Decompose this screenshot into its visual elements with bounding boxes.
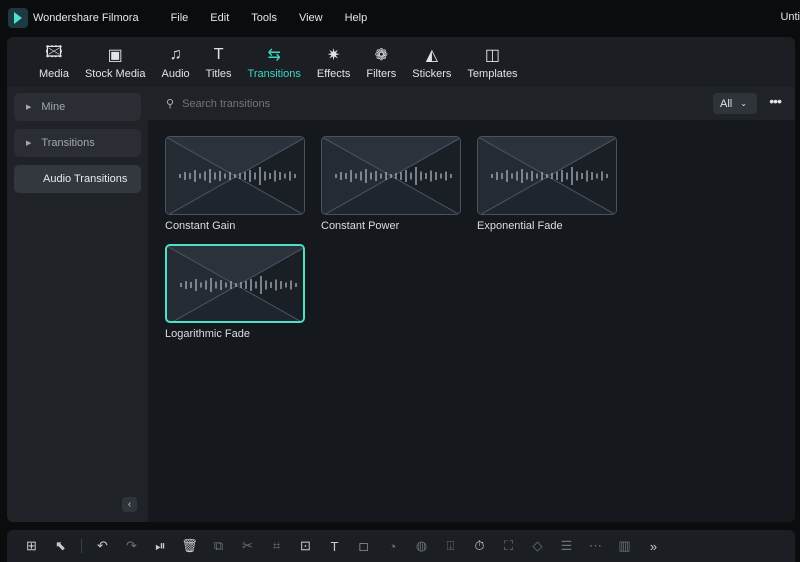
project-title: Unti	[780, 11, 800, 23]
tab-label: Media	[39, 67, 69, 80]
search-icon: ⚲	[166, 98, 175, 110]
replace-icon[interactable]: ⧉	[204, 538, 233, 554]
transition-thumbnail	[165, 244, 305, 323]
library-panel: 🖾 Media ▣ Stock Media ♫ Audio T Titles ⇆ Transiti…	[7, 37, 795, 522]
more-options-icon[interactable]: •••	[769, 93, 782, 109]
tab-label: Templates	[467, 67, 518, 80]
search-input[interactable]	[182, 97, 325, 110]
tab-label: Stock Media	[84, 67, 146, 80]
menu-tools[interactable]: Tools	[251, 12, 277, 24]
tab-transitions[interactable]: ⇆ Transitions	[240, 37, 309, 87]
tab-titles[interactable]: T Titles	[198, 37, 240, 87]
sidebar-item-audio-transitions[interactable]: Audio Transitions	[14, 165, 141, 193]
library-toolbar: 🖾 Media ▣ Stock Media ♫ Audio T Titles ⇆ Transiti…	[7, 37, 795, 87]
tab-media[interactable]: 🖾 Media	[31, 37, 77, 87]
tab-label: Effects	[316, 67, 351, 80]
timeline-toolbar: ⊞ ⬉ ↶ ↷ ⏯ 🗑 ⧉ ✂ ⌗ ⊡ T □ ◔ ◍ ⍗ ⏱ ⛶ ◇ ☰ ⋯ ▥»	[7, 530, 795, 562]
search-bar: ⚲ All ⌄ •••	[148, 87, 795, 120]
mask-icon[interactable]: ⍗	[436, 538, 465, 554]
undo-icon[interactable]: ↶	[88, 538, 117, 554]
menu-edit[interactable]: Edit	[210, 12, 229, 24]
transition-thumbnail	[477, 136, 617, 215]
sidebar-item-mine[interactable]: ▶ Mine	[14, 93, 141, 121]
tab-templates[interactable]: ◫ Templates	[459, 37, 525, 87]
keyframe-icon[interactable]: ◇	[523, 538, 552, 554]
crop-icon[interactable]: ⌗	[262, 538, 291, 554]
select-tool-icon[interactable]: ⬉	[46, 538, 75, 554]
caret-right-icon: ▶	[26, 140, 32, 147]
shape-icon[interactable]: □	[349, 539, 378, 554]
templates-icon: ◫	[484, 46, 501, 64]
transition-card[interactable]: Logarithmic Fade	[165, 244, 305, 340]
tab-filters[interactable]: ❁ Filters	[358, 37, 404, 87]
menu-view[interactable]: View	[299, 12, 323, 24]
collapse-sidebar-button[interactable]: ‹	[122, 497, 137, 512]
filmora-logo-icon	[8, 8, 28, 28]
transition-thumbnail	[165, 136, 305, 215]
tab-label: Audio	[161, 67, 190, 80]
transition-label: Constant Power	[321, 220, 400, 232]
menu-help[interactable]: Help	[345, 12, 368, 24]
transition-card[interactable]: Exponential Fade	[477, 136, 617, 232]
transition-card[interactable]: Constant Power	[321, 136, 461, 232]
color-icon[interactable]: ◍	[407, 538, 436, 554]
tab-effects[interactable]: ✷ Effects	[309, 37, 358, 87]
adjust-icon[interactable]: ☰	[552, 538, 581, 554]
sidebar-item-label: Audio Transitions	[43, 173, 128, 185]
transitions-icon: ⇆	[267, 46, 281, 64]
stock-media-icon: ▣	[107, 46, 123, 64]
sidebar-item-label: Mine	[41, 101, 66, 113]
tab-stock-media[interactable]: ▣ Stock Media	[77, 37, 154, 87]
redo-icon[interactable]: ↷	[117, 538, 146, 554]
filter-value: All	[720, 97, 733, 110]
tab-stickers[interactable]: ◭ Stickers	[404, 37, 459, 87]
media-icon: 🖾	[45, 44, 63, 61]
sidebar-item-transitions[interactable]: ▶ Transitions	[14, 129, 141, 157]
stickers-icon: ◭	[425, 46, 439, 64]
filter-dropdown[interactable]: All ⌄	[713, 93, 757, 114]
grid-layout-icon[interactable]: ⊞	[17, 538, 46, 554]
transition-label: Exponential Fade	[477, 220, 563, 232]
expand-icon[interactable]: »	[639, 539, 668, 554]
sidebar: ▶ Mine ▶ Transitions Audio Transitions ‹	[7, 87, 148, 522]
auto-reframe-icon[interactable]: ⛶	[494, 538, 523, 554]
divider	[81, 539, 82, 553]
audio-icon[interactable]: ▥	[610, 538, 639, 554]
audio-icon: ♫	[169, 45, 182, 63]
transition-thumbnail	[321, 136, 461, 215]
chevron-down-icon: ⌄	[740, 99, 747, 108]
tab-audio[interactable]: ♫ Audio	[154, 37, 198, 87]
audio-split-icon[interactable]: ⏯	[146, 538, 175, 554]
effects-icon: ✷	[326, 46, 341, 64]
sidebar-item-label: Transitions	[41, 137, 95, 149]
ai-icon[interactable]: ⋯	[581, 538, 610, 554]
titles-icon: T	[213, 45, 224, 63]
text-icon[interactable]: T	[320, 539, 349, 554]
speed-icon[interactable]: ◔	[378, 539, 407, 554]
transition-label: Logarithmic Fade	[165, 328, 250, 340]
cut-icon[interactable]: ✂	[233, 538, 262, 554]
menu-file[interactable]: File	[171, 12, 189, 24]
tab-label: Titles	[205, 67, 232, 80]
transition-label: Constant Gain	[165, 220, 236, 232]
tab-label: Filters	[366, 67, 397, 80]
title-bar: Wondershare Filmora File Edit Tools View…	[0, 0, 800, 36]
transitions-grid: Constant Gain Constant Power Exponential F…	[148, 120, 795, 522]
tab-label: Stickers	[412, 67, 452, 80]
menu-bar: File Edit Tools View Help	[171, 12, 390, 24]
delete-icon[interactable]: 🗑	[175, 538, 204, 554]
freeze-frame-icon[interactable]: ⊡	[291, 538, 320, 554]
transition-card[interactable]: Constant Gain	[165, 136, 305, 232]
tab-label: Transitions	[247, 67, 301, 80]
app-title: Wondershare Filmora	[33, 12, 139, 24]
timer-icon[interactable]: ⏱	[465, 538, 494, 554]
caret-right-icon: ▶	[26, 104, 32, 111]
filters-icon: ❁	[374, 46, 389, 64]
